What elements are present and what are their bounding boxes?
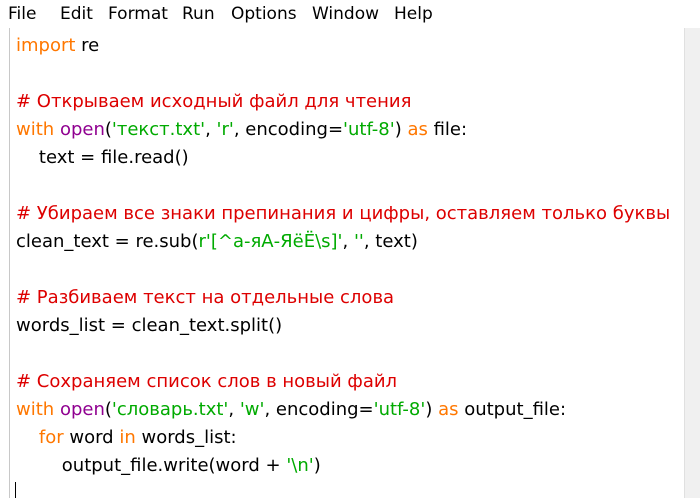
vertical-scrollbar[interactable] — [684, 28, 700, 498]
code-token: as — [438, 399, 459, 420]
code-token: , — [205, 119, 217, 140]
code-token: ) — [313, 455, 321, 476]
code-token: , — [342, 231, 354, 252]
code-token: as — [407, 119, 428, 140]
code-token: # Открываем исходный файл для чтения — [16, 91, 412, 112]
code-token: import — [16, 35, 76, 56]
menu-format[interactable]: Format — [108, 4, 168, 24]
code-token: clean_text = re.sub( — [16, 231, 199, 252]
code-token: word — [63, 427, 120, 448]
menu-window[interactable]: Window — [312, 4, 379, 24]
code-line[interactable]: clean_text = re.sub(r'[^а-яА-ЯёЁ\s]', ''… — [16, 228, 418, 256]
code-token: ( — [104, 119, 112, 140]
code-token: 'r' — [216, 119, 234, 140]
code-token: in — [119, 427, 136, 448]
menu-options[interactable]: Options — [231, 4, 297, 24]
code-token: '\n' — [286, 455, 314, 476]
code-line[interactable]: import re — [16, 32, 99, 60]
code-token: with — [16, 399, 55, 420]
code-token: # Сохраняем список слов в новый файл — [16, 371, 398, 392]
menu-run[interactable]: Run — [182, 4, 215, 24]
code-token: output_file.write(word + — [16, 455, 287, 476]
code-token: , text) — [363, 231, 418, 252]
menu-bar: File Edit Format Run Options Window Help — [0, 0, 700, 28]
code-token: 'utf-8' — [343, 119, 395, 140]
code-token: for — [38, 427, 64, 448]
code-token: # Убираем все знаки препинания и цифры, … — [16, 203, 671, 224]
code-token: with — [16, 119, 55, 140]
code-token: 'w' — [239, 399, 265, 420]
code-token: ) — [425, 399, 439, 420]
code-line[interactable]: text = file.read() — [16, 144, 189, 172]
code-line[interactable]: with open('словарь.txt', 'w', encoding='… — [16, 396, 566, 424]
code-token: words_list: — [135, 427, 237, 448]
code-token: text = file.read() — [16, 147, 189, 168]
menu-edit[interactable]: Edit — [60, 4, 93, 24]
code-line[interactable]: output_file.write(word + '\n') — [16, 452, 321, 480]
code-token: open — [59, 119, 105, 140]
code-token: # Разбиваем текст на отдельные слова — [16, 287, 395, 308]
menu-file[interactable]: File — [8, 4, 36, 24]
code-token: 'текст.txt' — [111, 119, 206, 140]
code-token: re — [75, 35, 100, 56]
code-token: output_file: — [458, 399, 567, 420]
code-token: file: — [427, 119, 468, 140]
code-token: , encoding= — [233, 119, 344, 140]
code-line[interactable]: # Убираем все знаки препинания и цифры, … — [16, 200, 670, 228]
code-line[interactable]: for word in words_list: — [16, 424, 237, 452]
code-token: open — [59, 399, 105, 420]
code-token: 'utf-8' — [373, 399, 426, 420]
code-line[interactable]: # Сохраняем список слов в новый файл — [16, 368, 397, 396]
code-editor[interactable]: import re # Открываем исходный файл для ч… — [9, 28, 696, 498]
code-token: ) — [394, 119, 408, 140]
code-line[interactable]: # Разбиваем текст на отдельные слова — [16, 284, 394, 312]
code-line[interactable]: # Открываем исходный файл для чтения — [16, 88, 411, 116]
code-token: ( — [104, 399, 112, 420]
code-token: r'[^а-яА-ЯёЁ\s]' — [198, 231, 343, 252]
code-token: words_list = clean_text.split() — [16, 315, 283, 336]
code-token: 'словарь.txt' — [111, 399, 229, 420]
code-token: , — [228, 399, 240, 420]
code-token: , encoding= — [264, 399, 374, 420]
text-cursor — [15, 482, 16, 498]
menu-help[interactable]: Help — [394, 4, 433, 24]
code-token: '' — [353, 231, 364, 252]
code-line[interactable]: words_list = clean_text.split() — [16, 312, 282, 340]
code-line[interactable]: with open('текст.txt', 'r', encoding='ut… — [16, 116, 467, 144]
